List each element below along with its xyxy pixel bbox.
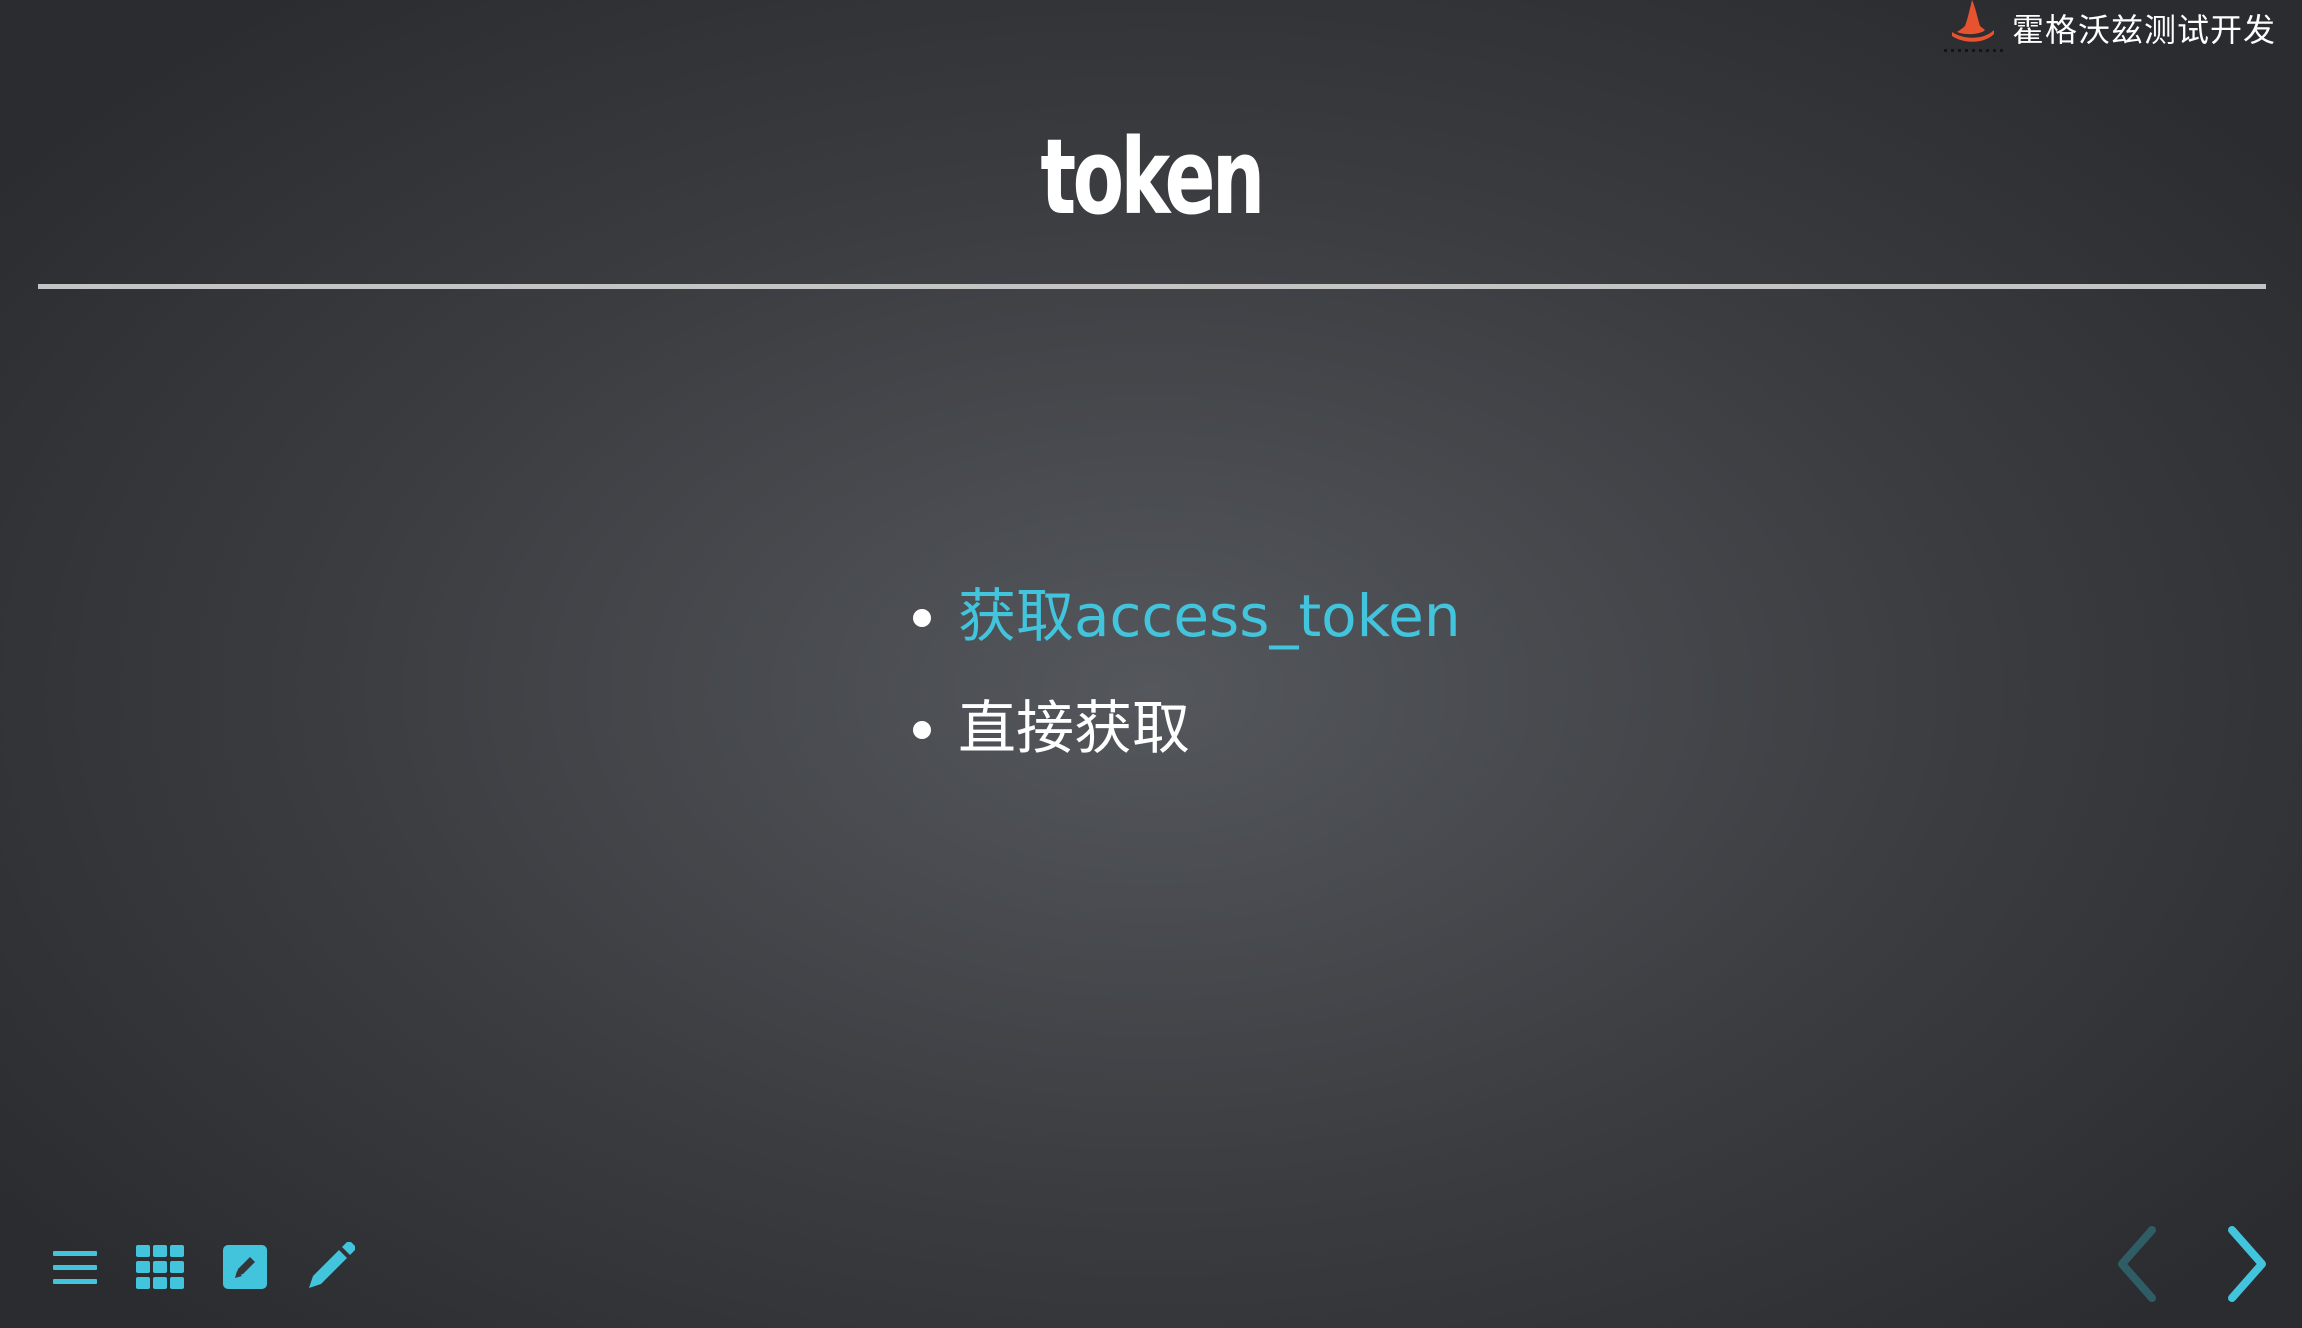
edit-note-icon [223,1245,267,1289]
overview-button[interactable] [135,1242,185,1292]
slide-title: token [1040,116,1265,238]
menu-icon [53,1251,97,1284]
bullet-item-access-token[interactable]: 获取access_token [913,560,1461,672]
draw-button[interactable] [305,1242,355,1292]
bullet-text-direct: 直接获取 [958,694,1191,762]
chevron-left-icon [2118,1226,2156,1302]
prev-slide-button[interactable] [2112,1224,2162,1304]
grid-icon [136,1245,184,1289]
notes-button[interactable] [220,1242,270,1292]
next-slide-button[interactable] [2222,1224,2272,1304]
logo-subtitle-dots [1943,49,2004,52]
slide-toolbar [50,1242,390,1292]
title-divider [38,284,2266,289]
chevron-right-icon [2228,1226,2266,1302]
bullet-item-direct: 直接获取 [913,672,1461,784]
wizard-hat-icon [1943,0,2004,56]
bullet-list: 获取access_token 直接获取 [913,560,1461,784]
brand-logo: 霍格沃兹测试开发 [1943,0,2276,56]
menu-button[interactable] [50,1242,100,1292]
pencil-icon [309,1242,355,1288]
brand-name: 霍格沃兹测试开发 [2011,11,2276,49]
access-token-link[interactable]: 获取access_token [958,582,1461,650]
